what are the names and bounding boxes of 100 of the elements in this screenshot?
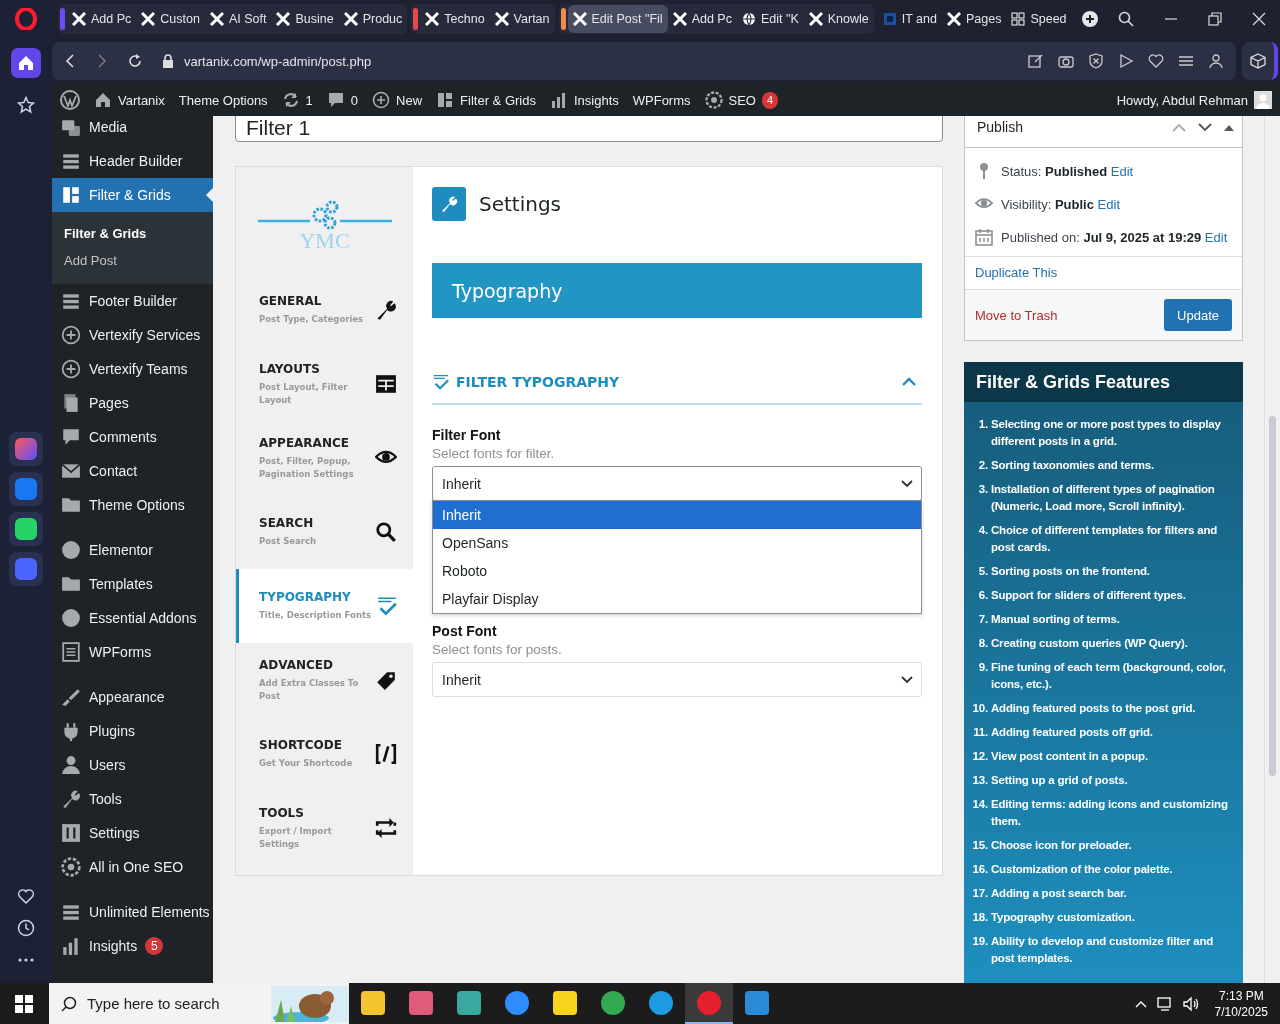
- heart-icon[interactable]: [1148, 53, 1164, 69]
- browser-tab[interactable]: Edit Post "Fil: [567, 5, 668, 33]
- menu-item[interactable]: Pages: [52, 386, 213, 420]
- edit-icon[interactable]: [1028, 53, 1044, 69]
- menu-item[interactable]: Settings: [52, 816, 213, 850]
- font-select[interactable]: Inherit: [432, 466, 922, 501]
- greeting-link[interactable]: Howdy, Abdul Rehman: [1116, 92, 1248, 108]
- play-icon[interactable]: [1118, 53, 1134, 69]
- menu-item[interactable]: Elementor: [52, 533, 213, 567]
- browser-tab[interactable]: Edit "K: [736, 5, 804, 33]
- settings-tab[interactable]: SEARCH Post Search: [236, 495, 413, 569]
- menu-item[interactable]: Plugins: [52, 714, 213, 748]
- submenu-item[interactable]: Filter & Grids: [52, 220, 213, 247]
- heart-icon[interactable]: [17, 887, 35, 905]
- toolbar-link[interactable]: 0: [326, 91, 359, 109]
- taskbar-app[interactable]: [685, 983, 733, 1024]
- settings-tab[interactable]: APPEARANCE Post, Filter, Popup, Pagination Settings: [236, 421, 413, 495]
- back-icon[interactable]: [64, 54, 76, 68]
- browser-tab[interactable]: Knowle: [803, 5, 874, 33]
- trash-link[interactable]: Move to Trash: [975, 307, 1058, 323]
- settings-tab[interactable]: ADVANCED Add Extra Classes To Post: [236, 643, 413, 717]
- toolbar-link[interactable]: SEO 4: [704, 91, 778, 109]
- edit-link[interactable]: Edit: [1110, 163, 1134, 179]
- menu-item[interactable]: Insights 5: [52, 929, 213, 963]
- app-icon[interactable]: [9, 472, 43, 506]
- menu-item[interactable]: Unlimited Elements: [52, 895, 213, 929]
- browser-tab[interactable]: Custon: [136, 5, 205, 33]
- settings-tab[interactable]: LAYOUTS Post Layout, Filter Layout: [236, 347, 413, 421]
- submenu-item[interactable]: Add Post: [52, 247, 213, 274]
- network-icon[interactable]: [1156, 995, 1173, 1012]
- menu-item[interactable]: All in One SEO: [52, 850, 213, 884]
- menu-item[interactable]: Users: [52, 748, 213, 782]
- section-header[interactable]: FILTER TYPOGRAPHY: [432, 365, 922, 405]
- toolbar-link[interactable]: Insights: [549, 91, 619, 109]
- url-field[interactable]: vartanix.com/wp-admin/post.php: [184, 53, 372, 69]
- menu-item[interactable]: Comments: [52, 420, 213, 454]
- close-icon[interactable]: [1252, 12, 1266, 26]
- clock-time[interactable]: 7:13 PM: [1218, 987, 1264, 1004]
- edit-link[interactable]: Edit: [1204, 229, 1228, 245]
- app-icon[interactable]: [9, 552, 43, 586]
- browser-tab[interactable]: AI Soft: [204, 5, 272, 33]
- clock-date[interactable]: 7/10/2025: [1214, 1003, 1268, 1020]
- dropdown-option[interactable]: OpenSans: [433, 529, 921, 557]
- tab-group-marker[interactable]: [60, 8, 65, 30]
- start-icon[interactable]: [15, 994, 33, 1013]
- toolbar-link[interactable]: New: [372, 91, 423, 109]
- menu-item[interactable]: Appearance: [52, 680, 213, 714]
- browser-tab[interactable]: Speed: [1006, 5, 1072, 33]
- menu-item[interactable]: Theme Options: [52, 488, 213, 522]
- new-tab-icon[interactable]: [1081, 11, 1098, 27]
- menu-item[interactable]: WPForms: [52, 635, 213, 669]
- update-button[interactable]: Update: [1164, 299, 1232, 331]
- tab-group-marker[interactable]: [560, 8, 566, 30]
- restore-icon[interactable]: [1208, 12, 1222, 26]
- app-icon[interactable]: [9, 512, 43, 546]
- dropdown-option[interactable]: Roboto: [433, 557, 921, 585]
- cube-icon[interactable]: [1250, 53, 1266, 69]
- dropdown-option[interactable]: Playfair Display: [433, 585, 921, 613]
- collapse-icon[interactable]: [1224, 123, 1234, 131]
- settings-tab[interactable]: GENERAL Post Type, Categories: [236, 273, 413, 347]
- browser-tab[interactable]: Pages: [941, 5, 1007, 33]
- scroll-thumb[interactable]: [1269, 416, 1276, 776]
- volume-icon[interactable]: [1182, 995, 1199, 1012]
- reload-icon[interactable]: [128, 54, 142, 68]
- edit-link[interactable]: Edit: [1097, 196, 1120, 212]
- menu-item[interactable]: Vertexify Teams: [52, 352, 213, 386]
- menu-item[interactable]: Header Builder: [52, 144, 213, 178]
- toolbar-link[interactable]: 1: [281, 91, 313, 109]
- wordpress-logo-icon[interactable]: [60, 90, 80, 110]
- search-field[interactable]: Type here to search: [49, 983, 349, 1024]
- settings-tab[interactable]: SHORTCODE Get Your Shortcode: [236, 717, 413, 791]
- menu-item[interactable]: Templates: [52, 567, 213, 601]
- browser-tab[interactable]: Produc: [338, 5, 408, 33]
- menu-item[interactable]: Filter & Grids: [52, 178, 213, 212]
- settings-tab[interactable]: TYPOGRAPHY Title, Description Fonts: [236, 569, 414, 643]
- forward-icon[interactable]: [96, 54, 108, 68]
- toolbar-link[interactable]: Filter & Grids: [436, 91, 536, 109]
- browser-tab[interactable]: Add Pc: [67, 5, 137, 33]
- menu-item[interactable]: Contact: [52, 454, 213, 488]
- settings-tab[interactable]: TOOLS Export / Import Settings: [236, 791, 413, 865]
- toolbar-link[interactable]: WPForms: [632, 92, 691, 108]
- menu-item[interactable]: Tools: [52, 782, 213, 816]
- toolbar-link[interactable]: Theme Options: [178, 92, 268, 108]
- menu-item[interactable]: Essential Addons: [52, 601, 213, 635]
- browser-tab[interactable]: Vartan: [489, 5, 555, 33]
- menu-item[interactable]: Footer Builder: [52, 284, 213, 318]
- camera-icon[interactable]: [1058, 53, 1074, 69]
- menu-item[interactable]: Vertexify Services: [52, 318, 213, 352]
- chevron-up-icon[interactable]: [1134, 999, 1147, 1008]
- person-icon[interactable]: [1208, 53, 1224, 69]
- toolbar-link[interactable]: Vartanix: [94, 91, 165, 109]
- search-icon[interactable]: [1118, 11, 1134, 27]
- shield-icon[interactable]: [1088, 53, 1104, 69]
- font-select[interactable]: Inherit: [432, 662, 922, 697]
- browser-tab[interactable]: Busine: [271, 5, 339, 33]
- menu-icon[interactable]: [1178, 53, 1194, 69]
- browser-tab[interactable]: IT and: [877, 5, 942, 33]
- duplicate-link[interactable]: Duplicate This: [975, 265, 1058, 280]
- home-button[interactable]: [11, 48, 41, 78]
- tab-group-marker[interactable]: [413, 8, 419, 30]
